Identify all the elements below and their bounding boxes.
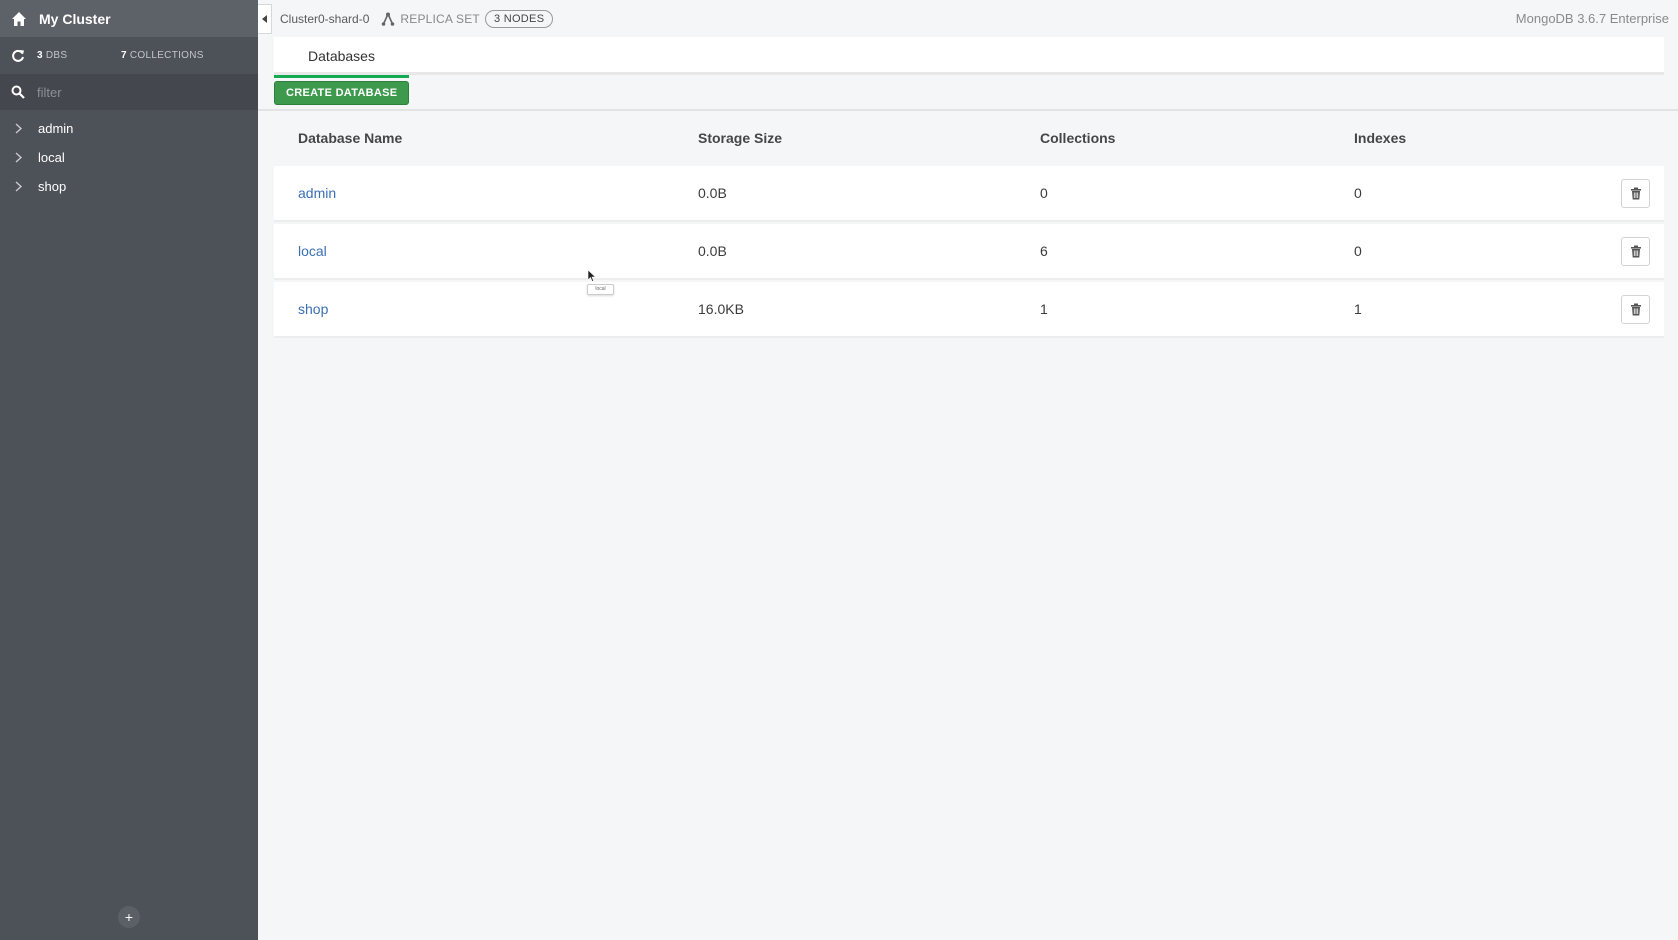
sidebar-item-local[interactable]: local — [0, 143, 258, 172]
tab-label: Databases — [308, 48, 375, 64]
column-header-name[interactable]: Database Name — [298, 130, 402, 146]
filter-input[interactable] — [37, 84, 237, 100]
create-database-button[interactable]: CREATE DATABASE — [274, 81, 410, 105]
server-version: MongoDB 3.6.7 Enterprise — [1515, 11, 1669, 26]
topbar: Cluster0-shard-0 REPLICA SET 3 NODES Mon… — [258, 0, 1678, 37]
table-header: Database Name Storage Size Collections I… — [274, 120, 1664, 156]
storage-size: 0.0B — [698, 243, 727, 259]
nodes-badge[interactable]: 3 NODES — [484, 9, 554, 28]
search-icon — [11, 85, 25, 99]
database-link-local[interactable]: local — [298, 243, 327, 259]
home-icon — [12, 11, 26, 26]
collections-count: 0 — [1040, 185, 1048, 201]
chevron-right-icon[interactable] — [14, 123, 23, 134]
toolbar: CREATE DATABASE — [258, 75, 1678, 111]
trash-icon — [1630, 303, 1641, 316]
database-link-shop[interactable]: shop — [298, 301, 328, 317]
cluster-name: Cluster0-shard-0 — [280, 11, 370, 26]
delete-database-button[interactable] — [1621, 179, 1650, 208]
collections-label: COLLECTIONS — [129, 50, 204, 61]
sidebar-item-label: shop — [38, 179, 67, 194]
sidebar-item-label: local — [38, 150, 65, 165]
collections-count: 6 — [1040, 243, 1048, 259]
table-row: shop 16.0KB 1 1 — [274, 282, 1664, 338]
delete-database-button[interactable] — [1621, 237, 1650, 266]
dbs-count: 3 — [37, 50, 43, 61]
collections-count: 7 — [121, 50, 127, 61]
chevron-right-icon[interactable] — [14, 181, 23, 192]
column-header-storage[interactable]: Storage Size — [698, 130, 782, 146]
sidebar-header[interactable]: My Cluster — [0, 0, 258, 37]
sidebar-item-admin[interactable]: admin — [0, 114, 258, 143]
database-tree: admin local shop — [0, 110, 258, 201]
collections-count: 1 — [1040, 301, 1048, 317]
create-database-button[interactable]: + — [118, 906, 140, 928]
collections-stat: 7 COLLECTIONS — [121, 50, 204, 61]
sidebar-stats: 3 DBS 7 COLLECTIONS — [0, 37, 258, 74]
chevron-left-icon — [261, 14, 267, 23]
table-row: admin 0.0B 0 0 — [274, 166, 1664, 222]
table-row: local 0.0B 6 0 — [274, 224, 1664, 280]
delete-database-button[interactable] — [1621, 295, 1650, 324]
topology-label: REPLICA SET — [400, 11, 480, 26]
column-header-indexes[interactable]: Indexes — [1354, 130, 1406, 146]
sidebar-item-label: admin — [38, 121, 74, 136]
indexes-count: 1 — [1354, 301, 1362, 317]
chevron-right-icon[interactable] — [14, 152, 23, 163]
tooltip: local — [587, 284, 614, 295]
column-header-collections[interactable]: Collections — [1040, 130, 1115, 146]
sidebar-item-shop[interactable]: shop — [0, 172, 258, 201]
dbs-label: DBS — [45, 50, 68, 61]
collapse-sidebar-button[interactable] — [258, 3, 272, 34]
sidebar: My Cluster 3DBS 7COLLECTIONS admin local… — [0, 0, 258, 940]
cluster-title: My Cluster — [39, 10, 111, 27]
refresh-icon[interactable] — [11, 49, 25, 63]
tab-databases[interactable]: Databases — [274, 37, 409, 78]
dbs-stat: 3 DBS — [37, 50, 121, 61]
storage-size: 0.0B — [698, 185, 727, 201]
sidebar-filter — [0, 74, 258, 110]
indexes-count: 0 — [1354, 243, 1362, 259]
indexes-count: 0 — [1354, 185, 1362, 201]
replica-set-icon — [382, 12, 395, 26]
tab-bar: Databases — [274, 37, 1664, 78]
trash-icon — [1630, 187, 1641, 200]
database-link-admin[interactable]: admin — [298, 185, 336, 201]
storage-size: 16.0KB — [698, 301, 744, 317]
mouse-cursor-icon — [588, 270, 596, 282]
trash-icon — [1630, 245, 1641, 258]
